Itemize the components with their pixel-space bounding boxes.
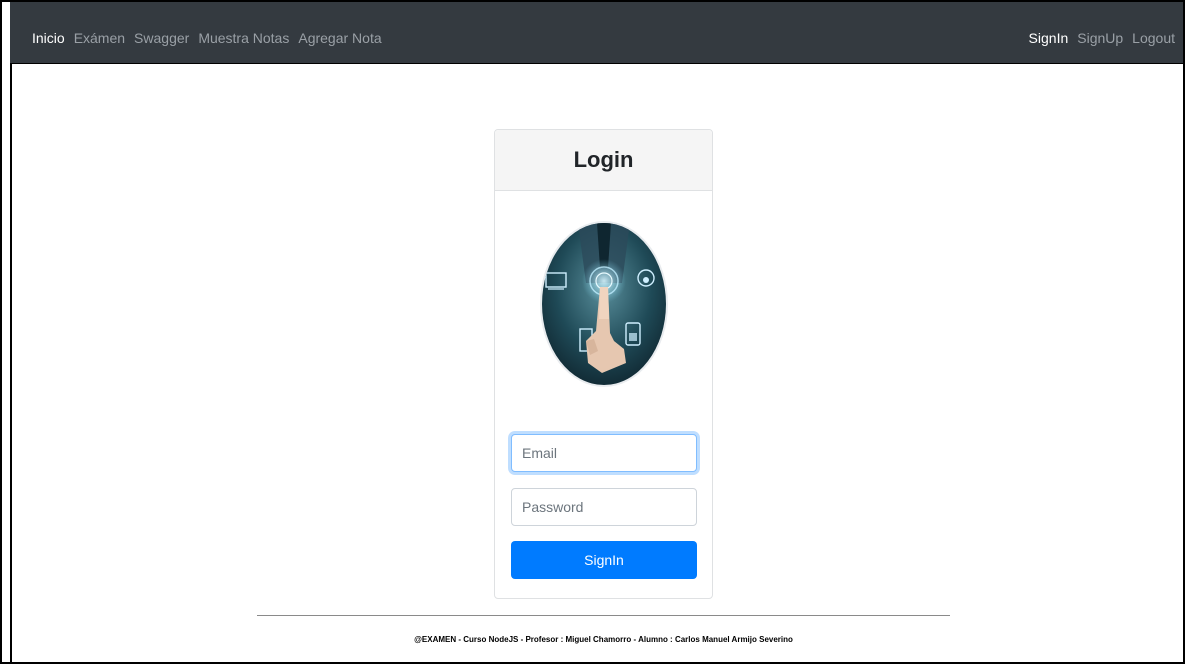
email-input[interactable] xyxy=(511,434,697,472)
login-illustration xyxy=(542,223,666,385)
app-frame: Inicio Exámen Swagger Muestra Notas Agre… xyxy=(0,0,1185,664)
nav-link-inicio[interactable]: Inicio xyxy=(32,29,65,47)
top-navbar: Inicio Exámen Swagger Muestra Notas Agre… xyxy=(10,2,1183,64)
footer-divider xyxy=(257,615,950,616)
password-input[interactable] xyxy=(511,488,697,526)
nav-link-muestra-notas[interactable]: Muestra Notas xyxy=(198,29,289,47)
nav-link-swagger[interactable]: Swagger xyxy=(134,29,189,47)
nav-link-signin[interactable]: SignIn xyxy=(1029,29,1069,47)
footer-text: @EXAMEN - Curso NodeJS - Profesor : Migu… xyxy=(414,635,793,644)
nav-left: Inicio Exámen Swagger Muestra Notas Agre… xyxy=(32,29,391,47)
login-card: Login Email SignIn xyxy=(494,129,713,599)
nav-link-signup[interactable]: SignUp xyxy=(1077,29,1123,47)
nav-right: SignIn SignUp Logout xyxy=(1020,29,1175,47)
nav-link-agregar-nota[interactable]: Agregar Nota xyxy=(298,29,381,47)
nav-link-examen[interactable]: Exámen xyxy=(74,29,125,47)
nav-link-logout[interactable]: Logout xyxy=(1132,29,1175,47)
login-title: Login xyxy=(573,147,634,172)
signin-button[interactable]: SignIn xyxy=(511,541,697,579)
login-card-header: Login xyxy=(495,130,712,191)
left-border xyxy=(10,64,12,662)
